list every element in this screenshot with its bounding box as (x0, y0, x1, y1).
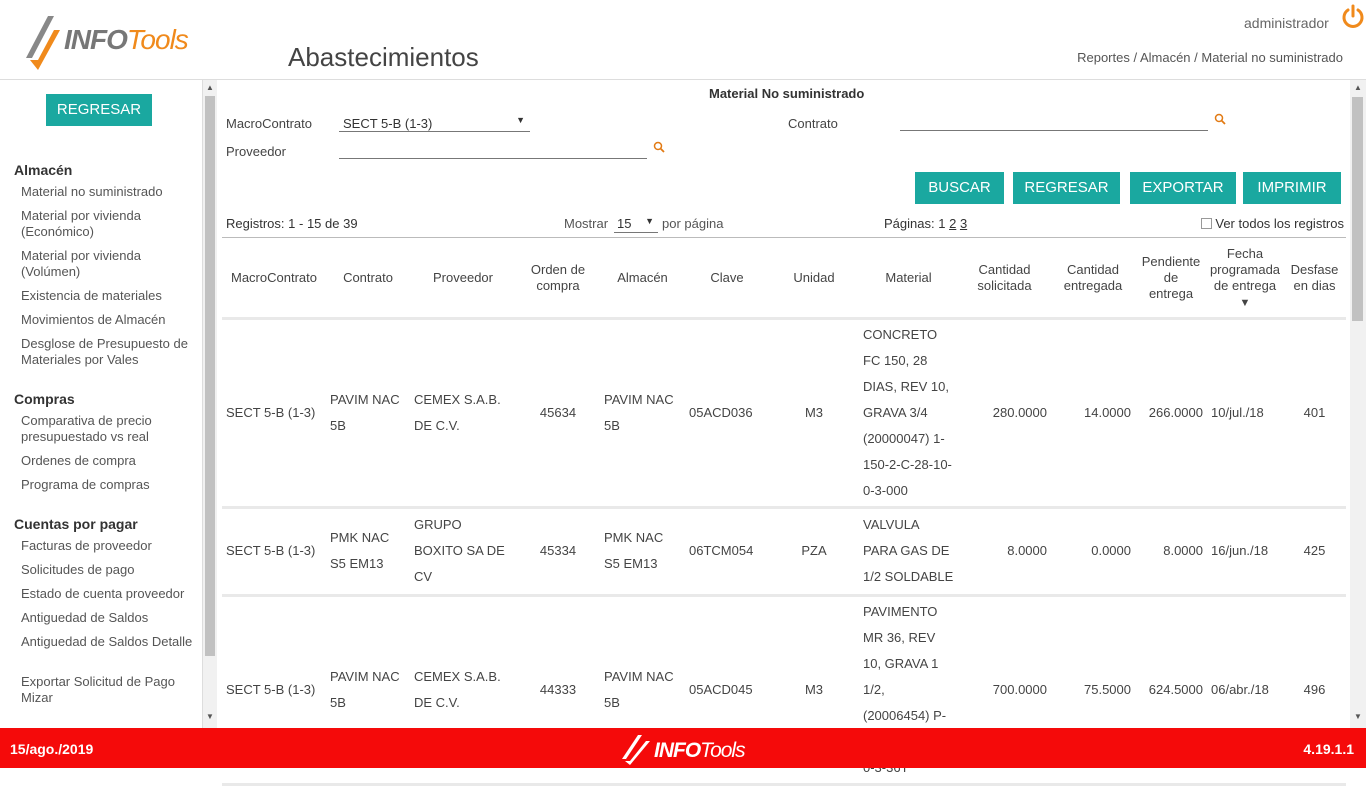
col-unidad[interactable]: Unidad (769, 240, 859, 320)
ver-todos-checkbox[interactable] (1200, 218, 1212, 229)
col-cantidad-solicitada[interactable]: Cantidad solicitada (958, 240, 1051, 320)
ver-todos-option[interactable]: Ver todos los registros (1200, 216, 1344, 231)
sidebar-item-estado-cuenta[interactable]: Estado de cuenta proveedor (21, 586, 201, 602)
left-scrollbar-thumb[interactable] (205, 96, 215, 656)
page-title: Abastecimientos (288, 42, 479, 72)
col-desfase-dias[interactable]: Desfase en dias (1283, 240, 1346, 320)
footer: 15/ago./2019 INFOTools 4.19.1.1 (0, 728, 1366, 768)
paginas-nav: Páginas: 1 2 3 (884, 216, 968, 231)
col-orden-compra[interactable]: Orden de compra (516, 240, 600, 320)
scroll-up-arrow-icon[interactable]: ▲ (206, 83, 214, 92)
sidebar-item-exportar-solicitud[interactable]: Exportar Solicitud de Pago Mizar (21, 674, 201, 706)
proveedor-input[interactable] (339, 137, 647, 159)
chevron-down-icon: ▼ (645, 216, 654, 226)
sidebar-item-ordenes-compra[interactable]: Ordenes de compra (21, 453, 201, 469)
infotools-logo[interactable]: INFOTools (24, 10, 189, 70)
pager-row: Registros: 1 - 15 de 39 Mostrar 15 ▼ por… (222, 212, 1346, 238)
table-row[interactable]: SECT 5-B (1-3) PMK NAC S5 EM13 GRUPO BOX… (222, 507, 1346, 597)
sidebar-item-existencia-materiales[interactable]: Existencia de materiales (21, 288, 201, 304)
col-pendiente-entrega[interactable]: Pendiente de entrega (1135, 240, 1207, 320)
footer-logo: INFOTools (620, 733, 750, 765)
proveedor-label: Proveedor (226, 144, 286, 159)
logo-mark-icon (26, 16, 60, 70)
buscar-button[interactable]: BUSCAR (915, 172, 1004, 204)
power-icon[interactable] (1340, 4, 1366, 30)
sidebar-item-antiguedad-saldos-detalle[interactable]: Antiguedad de Saldos Detalle (21, 634, 201, 650)
contrato-search-icon[interactable] (1214, 113, 1226, 125)
form-title: Material No suministrado (709, 86, 865, 101)
macrocontrato-select[interactable]: SECT 5-B (1-3) ▼ (339, 114, 530, 132)
sidebar-section-compras: Compras (14, 391, 75, 407)
col-macrocontrato[interactable]: MacroContrato (222, 240, 326, 320)
col-cantidad-entregada[interactable]: Cantidad entregada (1051, 240, 1135, 320)
col-material[interactable]: Material (859, 240, 958, 320)
regresar-button[interactable]: REGRESAR (1013, 172, 1120, 204)
scroll-down-arrow-icon[interactable]: ▼ (206, 712, 214, 721)
sidebar-item-material-por-vivienda-volumen[interactable]: Material por vivienda (Volúmen) (21, 248, 201, 280)
sidebar-item-solicitudes-pago[interactable]: Solicitudes de pago (21, 562, 201, 578)
sidebar-item-desglose-presupuesto[interactable]: Desglose de Presupuesto de Materiales po… (21, 336, 201, 368)
sidebar-item-facturas-proveedor[interactable]: Facturas de proveedor (21, 538, 201, 554)
scroll-up-arrow-icon[interactable]: ▲ (1354, 83, 1362, 92)
sidebar: REGRESAR Almacén Material no suministrad… (0, 80, 203, 728)
exportar-button[interactable]: EXPORTAR (1130, 172, 1236, 204)
scroll-down-arrow-icon[interactable]: ▼ (1354, 712, 1362, 721)
sidebar-item-comparativa-precio[interactable]: Comparativa de precio presupuestado vs r… (21, 413, 201, 445)
registros-info: Registros: 1 - 15 de 39 (226, 216, 358, 231)
sidebar-item-programa-compras[interactable]: Programa de compras (21, 477, 201, 493)
col-fecha-programada[interactable]: Fecha programada de entrega ▼ (1207, 240, 1283, 320)
col-proveedor[interactable]: Proveedor (410, 240, 516, 320)
por-pagina-label: por página (662, 216, 724, 231)
col-clave[interactable]: Clave (685, 240, 769, 320)
contrato-label: Contrato (788, 116, 838, 131)
col-almacen[interactable]: Almacén (600, 240, 685, 320)
page-link-1[interactable]: 1 (938, 216, 945, 231)
sidebar-item-antiguedad-saldos[interactable]: Antiguedad de Saldos (21, 610, 201, 626)
proveedor-search-icon[interactable] (653, 141, 665, 153)
page-link-3[interactable]: 3 (960, 216, 967, 231)
results-table: MacroContrato Contrato Proveedor Orden d… (222, 240, 1346, 786)
footer-version: 4.19.1.1 (1303, 741, 1354, 757)
right-scrollbar-thumb[interactable] (1352, 97, 1363, 321)
table-row[interactable]: SECT 5-B (1-3) PAVIM NAC 5B CEMEX S.A.B.… (222, 318, 1346, 509)
right-scrollbar[interactable]: ▲ ▼ (1350, 80, 1366, 728)
breadcrumb: Reportes / Almacén / Material no suminis… (1077, 50, 1343, 65)
footer-logo-mark-icon (622, 735, 650, 765)
sidebar-item-movimientos-almacen[interactable]: Movimientos de Almacén (21, 312, 201, 328)
table-header-row: MacroContrato Contrato Proveedor Orden d… (222, 240, 1346, 320)
mostrar-label: Mostrar (564, 216, 609, 231)
sidebar-section-almacen: Almacén (14, 162, 73, 178)
page-link-2[interactable]: 2 (949, 216, 956, 231)
sidebar-section-cuentas-por-pagar: Cuentas por pagar (14, 516, 138, 532)
sidebar-item-material-por-vivienda-economico[interactable]: Material por vivienda (Económico) (21, 208, 201, 240)
footer-date: 15/ago./2019 (10, 741, 94, 757)
sidebar-item-material-no-suministrado[interactable]: Material no suministrado (21, 184, 201, 200)
logo-text: INFOTools (64, 24, 189, 55)
left-scrollbar[interactable]: ▲ ▼ (203, 80, 217, 728)
header: INFOTools Abastecimientos administrador … (0, 0, 1366, 80)
chevron-down-icon: ▼ (516, 115, 525, 125)
sort-desc-icon[interactable]: ▼ (1240, 297, 1251, 309)
user-name[interactable]: administrador (1244, 15, 1329, 31)
macrocontrato-label: MacroContrato (226, 116, 312, 131)
sidebar-back-button[interactable]: REGRESAR (46, 94, 152, 126)
col-contrato[interactable]: Contrato (326, 240, 410, 320)
page-size-select[interactable]: 15 ▼ (614, 215, 658, 233)
imprimir-button[interactable]: IMPRIMIR (1243, 172, 1341, 204)
contrato-input[interactable] (900, 109, 1208, 131)
